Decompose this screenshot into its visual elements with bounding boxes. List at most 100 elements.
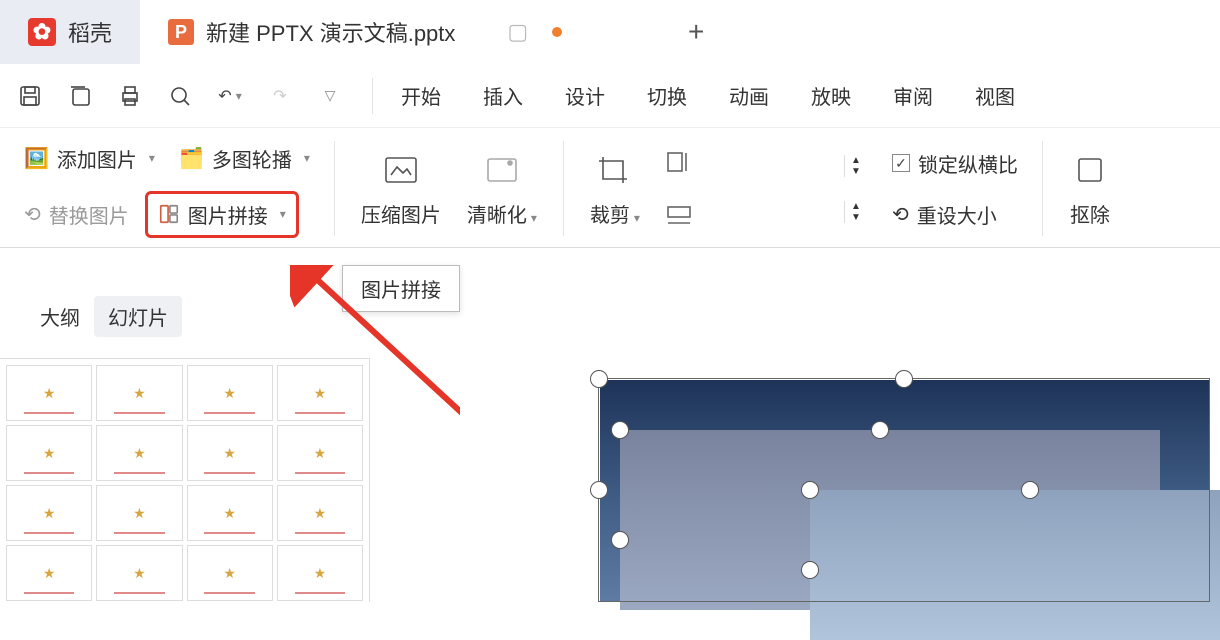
- resize-handle-icon[interactable]: [590, 481, 608, 499]
- replace-icon: ⟲: [24, 202, 41, 227]
- save-as-icon[interactable]: [66, 82, 94, 110]
- slide-thumb[interactable]: [277, 545, 363, 601]
- resize-handle-icon[interactable]: [1021, 481, 1039, 499]
- width-button[interactable]: [656, 145, 702, 179]
- clarity-button[interactable]: 清晰化▾: [457, 145, 547, 232]
- slide-thumb[interactable]: [277, 485, 363, 541]
- slide-thumb[interactable]: [277, 425, 363, 481]
- undo-icon[interactable]: ↶▾: [216, 82, 244, 110]
- panel-tab-outline[interactable]: 大纲: [40, 302, 80, 331]
- lock-ratio-checkbox[interactable]: ✓ 锁定纵横比: [884, 145, 1026, 182]
- menu-slideshow[interactable]: 放映: [811, 81, 851, 110]
- multi-carousel-button[interactable]: 🗂️ 多图轮播▾: [171, 140, 318, 177]
- separator: [372, 78, 373, 114]
- ribbon: 🖼️ 添加图片▾ 🗂️ 多图轮播▾ ⟲ 替换图片 图片拼接▾ 压缩图片 清晰化▾: [0, 128, 1220, 248]
- menu-start[interactable]: 开始: [401, 81, 441, 110]
- selected-image-stack[interactable]: [580, 370, 1210, 602]
- panel-tab-slides[interactable]: 幻灯片: [94, 296, 182, 337]
- menu-view[interactable]: 视图: [975, 81, 1015, 110]
- save-icon[interactable]: [16, 82, 44, 110]
- height-spinner[interactable]: ▲ ▼: [708, 195, 868, 229]
- image-icon: 🖼️: [24, 146, 49, 171]
- width-spinner[interactable]: ▲ ▼: [708, 149, 868, 183]
- crop-label: 裁剪▾: [590, 199, 640, 228]
- redo-icon[interactable]: ↷: [266, 82, 294, 110]
- add-image-button[interactable]: 🖼️ 添加图片▾: [16, 140, 163, 177]
- menu-transition[interactable]: 切换: [647, 81, 687, 110]
- selection-box: [598, 378, 1210, 602]
- separator: [1042, 141, 1043, 236]
- compress-icon: [380, 149, 422, 191]
- resize-handle-icon[interactable]: [895, 370, 913, 388]
- replace-image-button[interactable]: ⟲ 替换图片: [16, 196, 137, 233]
- add-image-label: 添加图片: [57, 144, 137, 173]
- document-title: 新建 PPTX 演示文稿.pptx: [206, 16, 455, 48]
- menu-animation[interactable]: 动画: [729, 81, 769, 110]
- crop-button[interactable]: 裁剪▾: [580, 145, 650, 232]
- spinner-up-icon[interactable]: ▲: [845, 201, 867, 212]
- menu-review[interactable]: 审阅: [893, 81, 933, 110]
- slide-thumb[interactable]: [96, 485, 182, 541]
- print-preview-icon[interactable]: [166, 82, 194, 110]
- resize-handle-icon[interactable]: [590, 370, 608, 388]
- reset-size-button[interactable]: ⟲ 重设大小: [884, 196, 1026, 233]
- slide-thumb[interactable]: [96, 425, 182, 481]
- replace-image-label: 替换图片: [49, 200, 129, 229]
- tooltip-label: 图片拼接: [361, 280, 441, 302]
- slide-thumb[interactable]: [96, 365, 182, 421]
- spinner-down-icon[interactable]: ▼: [845, 166, 867, 177]
- reset-size-label: 重设大小: [917, 200, 997, 229]
- panel-tabs: 大纲 幻灯片: [40, 296, 182, 337]
- slide-thumbnail-panel[interactable]: [0, 358, 370, 602]
- menu-insert[interactable]: 插入: [483, 81, 523, 110]
- main-menu-tabs: 开始 插入 设计 切换 动画 放映 审阅 视图: [401, 81, 1015, 110]
- cutout-button[interactable]: 抠除: [1059, 145, 1111, 232]
- resize-handle-icon[interactable]: [611, 531, 629, 549]
- spinner-down-icon[interactable]: ▼: [845, 212, 867, 223]
- wps-ppt-icon: P: [168, 19, 194, 45]
- tooltip-image-stitch: 图片拼接: [342, 265, 460, 312]
- resize-handle-icon[interactable]: [801, 481, 819, 499]
- plus-icon: +: [688, 16, 704, 48]
- lock-ratio-label: 锁定纵横比: [918, 149, 1018, 178]
- unsaved-dot-icon: [552, 27, 562, 37]
- tab-document[interactable]: P 新建 PPTX 演示文稿.pptx ▢: [140, 0, 660, 64]
- slide-thumb[interactable]: [187, 425, 273, 481]
- image-stitch-label: 图片拼接: [188, 200, 268, 229]
- checkbox-checked-icon: ✓: [892, 154, 910, 172]
- spinner-up-icon[interactable]: ▲: [845, 155, 867, 166]
- slide-thumb[interactable]: [187, 545, 273, 601]
- slide-thumb[interactable]: [96, 545, 182, 601]
- new-tab-button[interactable]: +: [660, 0, 732, 64]
- qat-more-icon[interactable]: ▽: [316, 82, 344, 110]
- resize-handle-icon[interactable]: [801, 561, 819, 579]
- slide-thumb[interactable]: [6, 365, 92, 421]
- image-stitch-button[interactable]: 图片拼接▾: [145, 191, 299, 238]
- tab-docer-label: 稻壳: [68, 16, 112, 48]
- compress-image-button[interactable]: 压缩图片: [351, 145, 451, 232]
- projector-icon: ▢: [507, 19, 528, 45]
- reset-icon: ⟲: [892, 202, 909, 227]
- multi-carousel-label: 多图轮播: [212, 144, 292, 173]
- slide-thumb[interactable]: [6, 545, 92, 601]
- slide-thumb[interactable]: [6, 485, 92, 541]
- slide-canvas[interactable]: [460, 360, 1220, 602]
- resize-handle-icon[interactable]: [871, 421, 889, 439]
- slide-thumb[interactable]: [187, 365, 273, 421]
- resize-handle-icon[interactable]: [611, 421, 629, 439]
- group-reset: ✓ 锁定纵横比 ⟲ 重设大小: [884, 134, 1026, 243]
- group-size-icons: [656, 134, 702, 243]
- docer-logo-icon: ✿: [28, 18, 56, 46]
- separator: [563, 141, 564, 236]
- height-button[interactable]: [656, 199, 702, 233]
- title-tab-bar: ✿ 稻壳 P 新建 PPTX 演示文稿.pptx ▢ +: [0, 0, 1220, 64]
- print-icon[interactable]: [116, 82, 144, 110]
- group-image-source: 🖼️ 添加图片▾ 🗂️ 多图轮播▾ ⟲ 替换图片 图片拼接▾: [16, 134, 318, 243]
- cutout-icon: [1069, 149, 1111, 191]
- cutout-label: 抠除: [1070, 199, 1110, 228]
- tab-docer[interactable]: ✿ 稻壳: [0, 0, 140, 64]
- slide-thumb[interactable]: [187, 485, 273, 541]
- slide-thumb[interactable]: [277, 365, 363, 421]
- menu-design[interactable]: 设计: [565, 81, 605, 110]
- slide-thumb[interactable]: [6, 425, 92, 481]
